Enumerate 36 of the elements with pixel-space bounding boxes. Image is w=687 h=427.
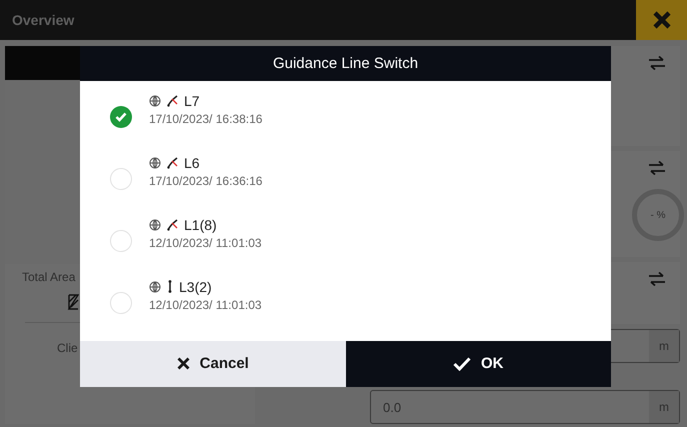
close-button[interactable] <box>636 0 687 40</box>
check-icon <box>115 112 127 122</box>
close-icon <box>176 357 190 370</box>
radio-button[interactable] <box>110 230 132 252</box>
swap-icon[interactable] <box>648 272 666 286</box>
client-label: Clie <box>56 341 79 355</box>
radio-button[interactable] <box>110 106 132 128</box>
swap-icon[interactable] <box>648 56 666 70</box>
radio-button[interactable] <box>110 292 132 314</box>
dialog-title: Guidance Line Switch <box>80 46 611 81</box>
close-icon <box>652 10 672 30</box>
line-name: L6 <box>184 154 200 171</box>
line-name: L7 <box>184 92 200 109</box>
line-date: 12/10/2023/ 11:01:03 <box>149 298 262 312</box>
total-area-label: Total Area <box>21 270 76 284</box>
globe-icon <box>149 94 161 107</box>
progress-ring: - % <box>632 189 684 241</box>
line-date: 17/10/2023/ 16:36:16 <box>149 174 262 188</box>
check-icon <box>453 356 471 371</box>
page-title: Overview <box>11 12 76 28</box>
globe-icon <box>149 218 161 231</box>
cancel-button[interactable]: Cancel <box>80 340 346 387</box>
ok-button[interactable]: OK <box>346 340 611 387</box>
curved-line-icon <box>167 218 178 231</box>
field-area-icon <box>67 294 79 310</box>
radio-button[interactable] <box>110 168 132 190</box>
curved-line-icon <box>167 156 178 169</box>
globe-icon <box>149 280 161 293</box>
line-date: 12/10/2023/ 11:01:03 <box>149 236 262 250</box>
line-name: L1(8) <box>184 216 217 233</box>
line-date: 17/10/2023/ 16:38:16 <box>149 112 262 126</box>
curved-line-icon <box>167 94 178 107</box>
straight-line-icon <box>167 280 173 294</box>
globe-icon <box>149 156 161 169</box>
line-name: L3(2) <box>179 278 212 295</box>
swap-icon[interactable] <box>648 161 666 175</box>
